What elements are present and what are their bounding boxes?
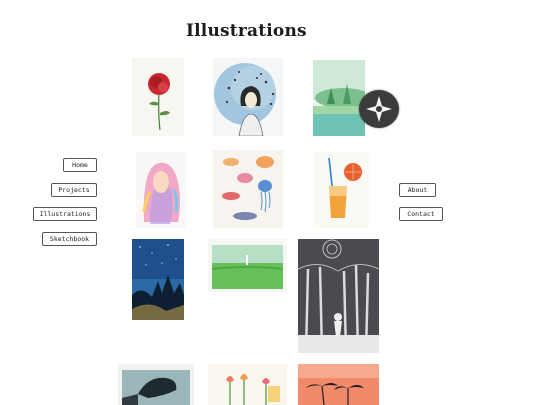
star-play-icon[interactable] xyxy=(359,90,399,128)
gallery-tile-fish[interactable] xyxy=(213,150,283,228)
gallery-tile-night-forest[interactable] xyxy=(132,239,184,320)
gallery-tile-rose[interactable] xyxy=(132,58,184,136)
page-title: Illustrations xyxy=(186,21,307,41)
gallery-tile-girl-stars[interactable] xyxy=(213,58,283,136)
gallery-tile-palm-sunset[interactable] xyxy=(298,364,379,405)
nav-about-button[interactable]: About xyxy=(399,183,436,197)
gallery-tile-green-landscape[interactable] xyxy=(313,60,365,136)
nav-sketchbook-button[interactable]: Sketchbook xyxy=(42,232,97,246)
nav-home-button[interactable]: Home xyxy=(63,158,97,172)
nav-illustrations-button[interactable]: Illustrations xyxy=(33,207,97,221)
gallery-tile-green-field[interactable] xyxy=(208,239,287,292)
gallery-tile-pink-girl[interactable] xyxy=(136,152,186,228)
nav-contact-button[interactable]: Contact xyxy=(399,207,443,221)
gallery-tile-dark-shapes[interactable] xyxy=(118,364,194,405)
nav-projects-button[interactable]: Projects xyxy=(51,183,97,197)
gallery-tile-tulips[interactable] xyxy=(208,364,287,405)
gallery-tile-bw-forest[interactable] xyxy=(298,239,379,353)
gallery-tile-drink[interactable] xyxy=(313,152,369,228)
